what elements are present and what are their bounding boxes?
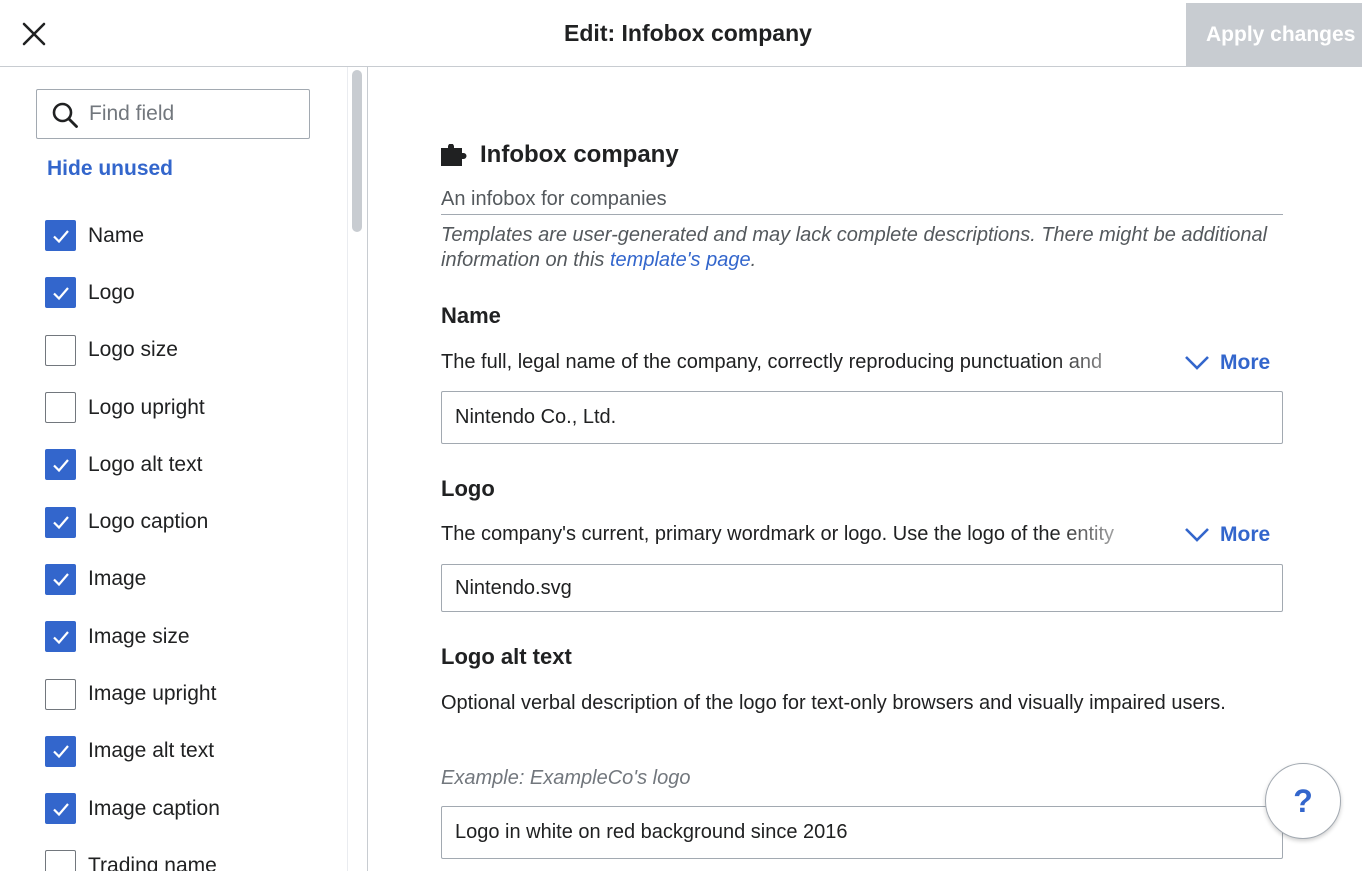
param-logo-input[interactable] — [441, 564, 1283, 612]
more-label: More — [1220, 523, 1271, 546]
help-button[interactable]: ? — [1265, 763, 1341, 839]
field-checkbox[interactable] — [45, 735, 76, 767]
field-checkbox[interactable] — [45, 220, 76, 252]
check-icon — [52, 459, 69, 472]
template-editor-panel: Infobox company An infobox for companies… — [369, 67, 1362, 871]
field-label: Image upright — [88, 682, 217, 706]
field-item-image-upright[interactable]: Image upright — [45, 665, 220, 722]
param-logo-description: The company's current, primary wordmark … — [441, 523, 1161, 553]
field-checkbox[interactable] — [45, 277, 76, 309]
param-logo-more-button[interactable]: More — [1184, 523, 1270, 547]
field-checkbox[interactable] — [45, 793, 76, 825]
apply-changes-button[interactable]: Apply changes — [1186, 3, 1362, 67]
field-checkbox[interactable] — [45, 678, 76, 710]
param-logo-label: Logo — [441, 476, 495, 501]
template-page-link[interactable]: template's page — [610, 249, 751, 271]
check-icon — [52, 573, 69, 587]
field-checkbox[interactable] — [45, 850, 76, 871]
param-logo-alt-description: Optional verbal description of the logo … — [441, 692, 1226, 714]
field-label: Logo — [88, 280, 135, 304]
field-sidebar: Hide unused Name Logo Logo size Logo upr… — [0, 67, 368, 871]
template-heading: Infobox company — [441, 141, 679, 169]
param-name-input[interactable] — [441, 391, 1283, 444]
field-label: Name — [88, 223, 145, 247]
param-name-label: Name — [441, 303, 501, 328]
param-name-description-text: The full, legal name of the company, cor… — [441, 351, 1103, 373]
field-item-logo-alt-text[interactable]: Logo alt text — [45, 436, 220, 493]
param-logo-description-text: The company's current, primary wordmark … — [441, 523, 1114, 545]
field-label: Image size — [88, 624, 190, 648]
template-note: Templates are user-generated and may lac… — [441, 223, 1283, 273]
field-list: Name Logo Logo size Logo upright Logo al… — [45, 207, 220, 871]
field-item-logo[interactable]: Logo — [45, 264, 220, 321]
chevron-down-icon — [1185, 356, 1209, 370]
field-label: Image alt text — [88, 739, 215, 763]
field-label: Image caption — [88, 796, 220, 820]
field-item-logo-caption[interactable]: Logo caption — [45, 493, 220, 550]
chevron-down-icon — [1185, 528, 1209, 542]
template-note-end: . — [750, 249, 757, 271]
check-icon — [52, 516, 69, 530]
field-item-image-alt-text[interactable]: Image alt text — [45, 723, 220, 780]
field-item-image-caption[interactable]: Image caption — [45, 780, 220, 837]
check-icon — [52, 802, 69, 816]
check-icon — [52, 631, 69, 644]
search-icon — [52, 102, 78, 128]
field-item-logo-upright[interactable]: Logo upright — [45, 379, 220, 436]
field-label: Trading name — [88, 853, 217, 871]
find-field-search — [36, 89, 310, 139]
template-note-text: Templates are user-generated and may lac… — [441, 224, 1268, 271]
param-logo-alt-label: Logo alt text — [441, 644, 572, 669]
field-label: Image — [88, 567, 147, 591]
param-logo-alt-input[interactable] — [441, 806, 1283, 859]
check-icon — [52, 287, 69, 301]
field-label: Logo upright — [88, 395, 205, 419]
template-description: An infobox for companies — [441, 188, 1283, 215]
field-checkbox[interactable] — [45, 506, 76, 538]
field-checkbox[interactable] — [45, 334, 76, 366]
field-label: Logo caption — [88, 510, 209, 534]
check-icon — [52, 745, 69, 759]
field-item-logo-size[interactable]: Logo size — [45, 322, 220, 379]
field-checkbox[interactable] — [45, 563, 76, 595]
field-checkbox[interactable] — [45, 621, 76, 653]
field-checkbox[interactable] — [45, 392, 76, 424]
field-item-image-size[interactable]: Image size — [45, 608, 220, 665]
template-title: Infobox company — [480, 141, 679, 168]
field-item-trading-name[interactable]: Trading name — [45, 837, 220, 871]
check-icon — [52, 229, 69, 243]
hide-unused-link[interactable]: Hide unused — [47, 157, 173, 181]
field-checkbox[interactable] — [45, 449, 76, 481]
param-name-more-button[interactable]: More — [1184, 351, 1270, 375]
field-label: Logo size — [88, 338, 178, 362]
dialog-header: Edit: Infobox company — [0, 0, 1362, 67]
dialog-title: Edit: Infobox company — [564, 20, 812, 46]
find-field-input[interactable] — [89, 90, 299, 138]
field-item-name[interactable]: Name — [45, 207, 220, 264]
param-logo-alt-example: Example: ExampleCo's logo — [441, 767, 691, 789]
sidebar-scrollbar-thumb[interactable] — [352, 70, 362, 232]
more-label: More — [1220, 351, 1271, 374]
param-name-description: The full, legal name of the company, cor… — [441, 351, 1161, 381]
puzzle-icon — [441, 144, 467, 166]
field-item-image[interactable]: Image — [45, 551, 220, 608]
field-label: Logo alt text — [88, 452, 203, 476]
